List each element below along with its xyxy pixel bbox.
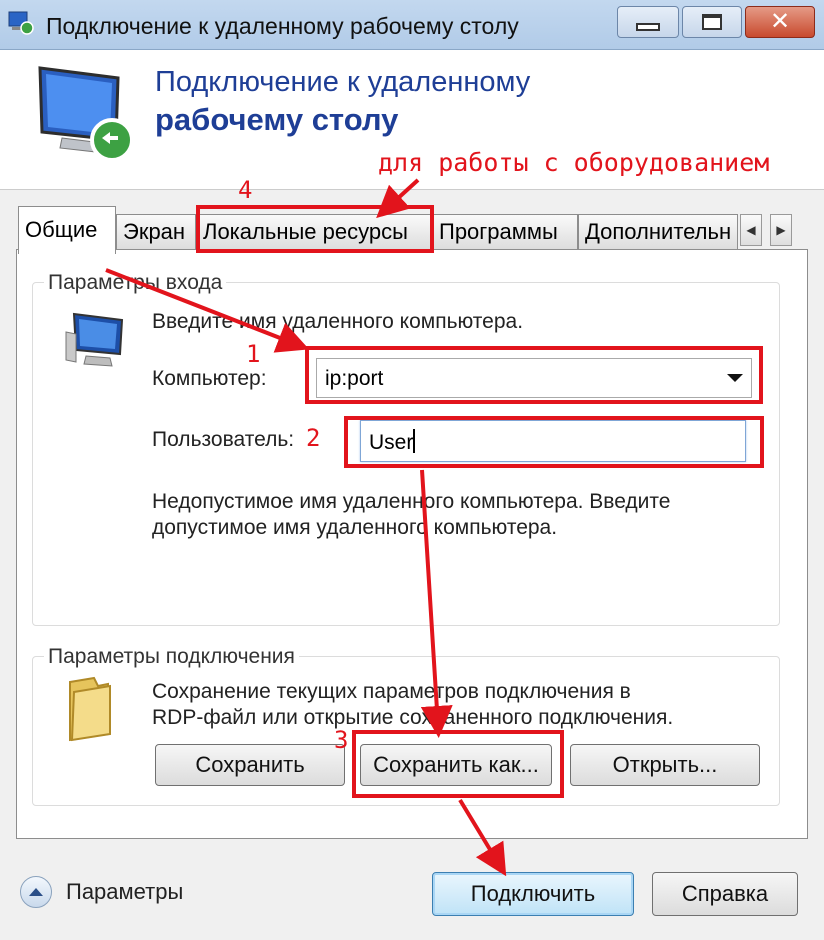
annotation-number-4: 4 [238, 176, 253, 204]
computer-label: Компьютер: [152, 367, 267, 390]
close-button[interactable]: ✕ [745, 6, 815, 38]
computer-icon [65, 312, 124, 367]
minimize-icon [636, 23, 660, 31]
annotation-number-2: 2 [306, 424, 321, 452]
annotation-box-computer [305, 346, 763, 404]
tab-advanced[interactable]: Дополнительн [578, 214, 738, 250]
expand-up-icon[interactable] [20, 876, 52, 908]
annotation-number-1: 1 [246, 340, 261, 368]
tab-scroll-right-button[interactable]: ▶ [770, 214, 792, 246]
help-button[interactable]: Справка [652, 872, 798, 916]
error-text-line2: допустимое имя удаленного компьютера. [152, 516, 558, 539]
error-text-line1: Недопустимое имя удаленного компьютера. … [152, 490, 671, 513]
login-prompt-text: Введите имя удаленного компьютера. [152, 310, 524, 333]
annotation-box-local-resources [196, 205, 434, 253]
connection-desc-line1: Сохранение текущих параметров подключени… [152, 680, 631, 703]
login-settings-legend: Параметры входа [44, 271, 227, 295]
annotation-number-3: 3 [334, 726, 349, 754]
window-title: Подключение к удаленному рабочему столу [46, 13, 519, 39]
connection-desc-line2: RDP-файл или открытие сохраненного подкл… [152, 706, 674, 729]
connection-settings-legend: Параметры подключения [44, 645, 299, 669]
maximize-icon [702, 14, 722, 30]
annotation-box-save-as [352, 730, 564, 798]
connect-button[interactable]: Подключить [432, 872, 634, 916]
annotation-hint: для работы с оборудованием [378, 148, 770, 177]
user-label: Пользователь: [152, 428, 295, 451]
save-button[interactable]: Сохранить [155, 744, 345, 786]
header-title-line2: рабочему столу [155, 102, 399, 137]
remote-desktop-icon [8, 11, 34, 35]
tab-general[interactable]: Общие [18, 206, 116, 254]
minimize-button[interactable] [617, 6, 679, 38]
annotation-box-user [344, 416, 764, 468]
folder-icon [69, 676, 111, 742]
header-title-line1: Подключение к удаленному [155, 66, 531, 98]
tab-display[interactable]: Экран [116, 214, 196, 250]
title-bar: Подключение к удаленному рабочему столу … [0, 0, 824, 50]
tab-scroll-left-button[interactable]: ◀ [740, 214, 762, 246]
tab-programs[interactable]: Программы [432, 214, 578, 250]
maximize-button[interactable] [682, 6, 742, 38]
options-toggle[interactable]: Параметры [20, 876, 183, 908]
close-icon: ✕ [769, 8, 791, 35]
options-label: Параметры [66, 879, 184, 904]
computer-monitor-icon [38, 66, 134, 162]
open-button[interactable]: Открыть... [570, 744, 760, 786]
